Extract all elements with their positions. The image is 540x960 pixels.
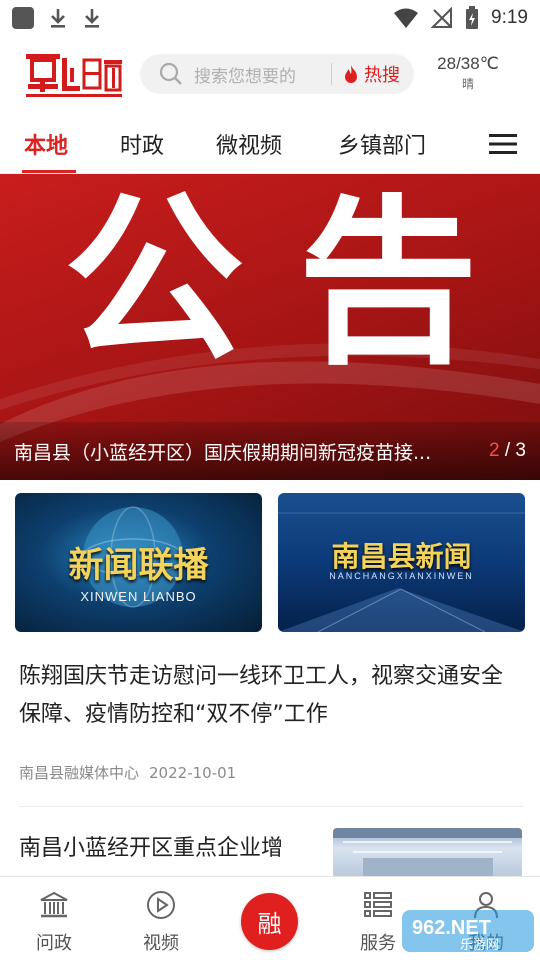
conference-room-image — [333, 828, 522, 878]
search-input[interactable]: 搜索您想要的 — [194, 62, 331, 87]
play-icon — [147, 891, 175, 919]
video-card-title: 新闻联播 — [68, 545, 209, 586]
banner-headline-char: 公 — [64, 174, 245, 385]
tab-micro-video[interactable]: 微视频 — [216, 128, 282, 160]
weather-temperature: 28/38℃ — [437, 54, 499, 73]
weather-condition: 晴 — [461, 77, 474, 91]
banner-title: 南昌县（小蓝经开区）国庆假期期间新冠疫苗接... — [14, 441, 432, 464]
news-thumbnail[interactable] — [333, 828, 522, 878]
hot-search-button[interactable]: 热搜 — [342, 61, 400, 87]
app-notification-icon — [12, 7, 34, 29]
banner-caption: 南昌县（小蓝经开区）国庆假期期间新冠疫苗接... 2 / 3 — [0, 422, 540, 480]
svg-text:962.NET: 962.NET — [412, 917, 491, 939]
video-card-title: 南昌县新闻 — [331, 540, 472, 573]
search-bar[interactable]: 搜索您想要的 热搜 — [140, 54, 414, 94]
pager-separator: / — [499, 440, 516, 461]
video-program-cards: 新闻联播 XINWEN LIANBO 南昌县新闻 NANCHANGXIANXIN… — [15, 493, 525, 633]
news-source: 南昌县融媒体中心 — [19, 764, 140, 782]
no-signal-icon — [431, 7, 453, 28]
fusion-center-label: 融 — [257, 910, 282, 938]
svg-text:乐游网: 乐游网 — [460, 938, 499, 953]
app-header: 搜索您想要的 热搜 28/38℃ 晴 — [0, 36, 540, 114]
list-icon — [364, 892, 392, 917]
nav-label: 问政 — [36, 933, 72, 954]
news-divider — [19, 806, 524, 807]
battery-icon — [466, 6, 479, 29]
hot-search-label: 热搜 — [364, 65, 400, 86]
download-icon — [48, 7, 68, 29]
clock-time: 9:19 — [491, 7, 528, 28]
active-tab-indicator — [22, 170, 76, 173]
headline-banner[interactable]: 公 告 南昌县（小蓝经开区）国庆假期期间新冠疫苗接... 2 / 3 — [0, 174, 540, 480]
app-logo[interactable] — [24, 50, 126, 98]
tab-politics[interactable]: 时政 — [120, 128, 164, 160]
wifi-icon — [394, 8, 419, 28]
tab-township-departments[interactable]: 乡镇部门 — [338, 128, 426, 160]
building-icon — [40, 891, 68, 918]
status-bar: 9:19 — [0, 0, 540, 36]
banner-headline-char: 告 — [298, 178, 479, 389]
video-card-subtitle: NANCHANGXIANXINWEN — [329, 571, 474, 581]
pager-current: 2 — [489, 440, 500, 461]
news-title: 陈翔国庆节走访慰问一线环卫工人，视察交通安全保障、疫情防控和“双不停”工作 — [19, 664, 504, 727]
pager-total: 3 — [515, 440, 526, 461]
nav-item-video[interactable]: 视频 — [111, 877, 211, 960]
news-date: 2022-10-01 — [149, 764, 237, 782]
news-title[interactable]: 南昌小蓝经开区重点企业增 — [19, 830, 319, 868]
weather-widget[interactable]: 28/38℃ 晴 — [428, 54, 508, 92]
search-icon — [159, 62, 182, 85]
menu-icon[interactable] — [489, 133, 517, 155]
download-icon — [82, 7, 102, 29]
nav-label: 视频 — [143, 933, 179, 954]
video-card-nanchang-news[interactable]: 南昌县新闻 NANCHANGXIANXINWEN — [278, 493, 525, 632]
banner-pager: 2 / 3 — [489, 440, 526, 462]
fire-icon — [345, 65, 357, 83]
channel-tabs: 本地 时政 微视频 乡镇部门 — [0, 114, 540, 174]
video-card-subtitle: XINWEN LIANBO — [80, 589, 197, 604]
nav-item-wenzheng[interactable]: 问政 — [4, 877, 104, 960]
tab-local[interactable]: 本地 — [24, 128, 68, 160]
news-item[interactable]: 陈翔国庆节走访慰问一线环卫工人，视察交通安全保障、疫情防控和“双不停”工作 — [19, 658, 524, 734]
site-watermark-logo: 962.NET 乐游网 — [402, 910, 534, 953]
news-meta: 南昌县融媒体中心 2022-10-01 — [19, 762, 236, 783]
video-card-xinwen-lianbo[interactable]: 新闻联播 XINWEN LIANBO — [15, 493, 262, 632]
search-divider — [331, 63, 332, 85]
fusion-center-button[interactable]: 融 — [241, 893, 298, 950]
